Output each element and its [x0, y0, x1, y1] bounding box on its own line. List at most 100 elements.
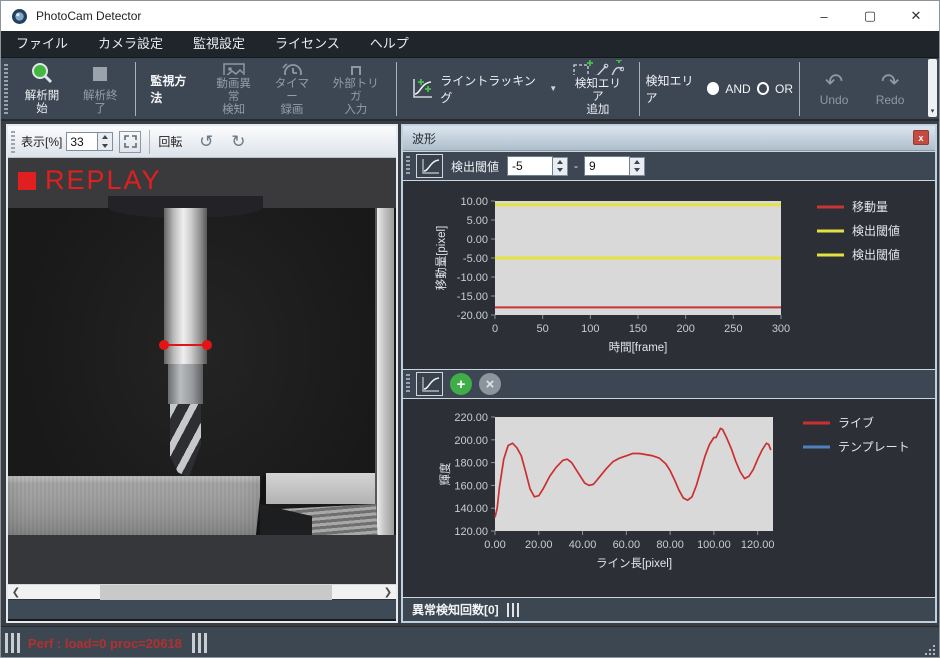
- curve-icon: [419, 156, 441, 176]
- svg-text:160.00: 160.00: [454, 480, 488, 492]
- video-display[interactable]: REPLAY: [8, 158, 396, 584]
- tracking-handle-right[interactable]: [202, 340, 212, 350]
- statusbar-grip[interactable]: [507, 603, 519, 617]
- rotate-cw-button[interactable]: ↻: [226, 130, 250, 154]
- svg-text:200: 200: [676, 323, 694, 335]
- toolbar-grip[interactable]: [4, 64, 8, 114]
- drill-shank: [164, 208, 207, 364]
- perf-grip-left[interactable]: [5, 633, 20, 653]
- add-detect-area-button[interactable]: 検知エリア 追加: [563, 60, 632, 118]
- threshold-min-input[interactable]: [507, 156, 553, 176]
- svg-text:10.00: 10.00: [460, 196, 488, 208]
- svg-text:-20.00: -20.00: [457, 310, 488, 322]
- add-line-button[interactable]: +: [450, 373, 472, 395]
- drill-flutes: [170, 404, 201, 478]
- maximize-button[interactable]: ▢: [847, 1, 893, 31]
- profile-curve-button[interactable]: [416, 372, 443, 396]
- start-analysis-button[interactable]: 解析開始: [13, 60, 71, 118]
- svg-text:180.00: 180.00: [454, 458, 488, 470]
- main-toolbar: 解析開始 解析終了 監視方法 動画異常 検知 タイマー 録画: [1, 58, 939, 121]
- menu-help[interactable]: ヘルプ: [355, 31, 424, 57]
- video-toolbar-separator: [149, 130, 150, 154]
- pulse-icon: [343, 60, 369, 75]
- line-tracking-button[interactable]: ライントラッキング ▼: [403, 60, 563, 118]
- window-title: PhotoCam Detector: [36, 9, 141, 23]
- svg-text:50: 50: [537, 323, 549, 335]
- svg-text:250: 250: [724, 323, 742, 335]
- content-area: 表示[%] 回転 ↺ ↻: [1, 123, 939, 658]
- svg-text:移動量[pixel]: 移動量[pixel]: [434, 226, 448, 291]
- zoom-stepper[interactable]: [98, 132, 113, 151]
- redo-icon: ↷: [881, 71, 899, 93]
- scroll-left-icon[interactable]: ❮: [8, 585, 24, 600]
- toolbar-overflow-button[interactable]: ▾: [928, 59, 937, 117]
- threshold-toolbar: 検出閾値 -: [403, 151, 935, 181]
- perf-text: Perf : load=0 proc=20618: [28, 636, 182, 651]
- timer-record-button[interactable]: タイマー 録画: [263, 60, 321, 118]
- redo-button[interactable]: ↷ Redo: [862, 71, 918, 107]
- threshold-min-stepper[interactable]: [553, 157, 568, 176]
- threshold-max-up-icon[interactable]: [630, 158, 644, 167]
- fit-to-window-button[interactable]: [119, 131, 141, 153]
- video-toolbar-grip[interactable]: [11, 131, 15, 153]
- threshold-min-up-icon[interactable]: [553, 158, 567, 167]
- menu-camera-settings[interactable]: カメラ設定: [83, 31, 178, 57]
- threshold-min-down-icon[interactable]: [553, 166, 567, 175]
- line-profile-toolbar-grip[interactable]: [406, 374, 410, 394]
- magnifier-start-icon: [29, 61, 55, 87]
- monitor-method-label: 監視方法: [142, 72, 204, 106]
- scroll-right-icon[interactable]: ❯: [380, 585, 396, 600]
- threshold-max-input[interactable]: [584, 156, 630, 176]
- svg-text:移動量: 移動量: [852, 200, 888, 214]
- menu-monitor-settings[interactable]: 監視設定: [178, 31, 260, 57]
- perf-grip-right[interactable]: [192, 633, 207, 653]
- horizontal-scrollbar[interactable]: ❮ ❯: [8, 584, 396, 599]
- waveform-curve-button[interactable]: [416, 154, 443, 178]
- and-label: AND: [725, 82, 750, 96]
- overflow-caret-icon: ▾: [928, 108, 937, 115]
- undo-icon: ↶: [825, 71, 843, 93]
- zoom-label: 表示[%]: [21, 133, 62, 150]
- scene-floor: [8, 535, 396, 584]
- and-radio[interactable]: [707, 82, 719, 95]
- external-trigger-button[interactable]: 外部トリガ 入力: [321, 60, 390, 118]
- svg-text:60.00: 60.00: [613, 539, 641, 551]
- resize-grip-icon[interactable]: [924, 644, 936, 656]
- video-anomaly-button[interactable]: 動画異常 検知: [205, 60, 263, 118]
- threshold-max-down-icon[interactable]: [630, 166, 644, 175]
- svg-text:100: 100: [581, 323, 599, 335]
- video-panel-footer: [8, 599, 396, 619]
- line-tracking-icon: [409, 76, 434, 102]
- waveform-close-button[interactable]: x: [913, 130, 929, 145]
- menu-file[interactable]: ファイル: [1, 31, 83, 57]
- threshold-max-stepper[interactable]: [630, 157, 645, 176]
- tracking-handle-left[interactable]: [159, 340, 169, 350]
- svg-text:220.00: 220.00: [454, 412, 488, 424]
- scrollbar-thumb[interactable]: [100, 585, 332, 600]
- stop-analysis-button[interactable]: 解析終了: [71, 60, 129, 118]
- workpiece-right: [266, 473, 375, 504]
- zoom-input[interactable]: [66, 132, 98, 151]
- stop-square-icon: [87, 61, 113, 87]
- replay-text: REPLAY: [45, 165, 162, 196]
- picture-icon: [221, 60, 247, 75]
- minimize-button[interactable]: –: [801, 1, 847, 31]
- zoom-down-icon[interactable]: [98, 142, 112, 151]
- undo-button[interactable]: ↶ Undo: [806, 71, 862, 107]
- close-button[interactable]: ✕: [893, 1, 939, 31]
- threshold-separator: -: [574, 159, 578, 173]
- svg-text:20.00: 20.00: [525, 539, 553, 551]
- or-radio[interactable]: [757, 82, 769, 95]
- threshold-toolbar-grip[interactable]: [406, 156, 410, 176]
- zoom-up-icon[interactable]: [98, 133, 112, 142]
- waveform-title: 波形: [412, 130, 436, 147]
- remove-line-button[interactable]: ×: [479, 373, 501, 395]
- waveform-statusbar: 異常検知回数[0]: [403, 597, 935, 621]
- svg-text:100.00: 100.00: [697, 539, 731, 551]
- svg-text:120.00: 120.00: [454, 526, 488, 538]
- svg-text:検出閾値: 検出閾値: [852, 223, 900, 238]
- menu-license[interactable]: ライセンス: [260, 31, 355, 57]
- rotate-ccw-button[interactable]: ↺: [194, 130, 218, 154]
- luminance-chart-svg: 220.00200.00180.00160.00140.00120.000.00…: [403, 399, 933, 593]
- threshold-label: 検出閾値: [451, 158, 499, 175]
